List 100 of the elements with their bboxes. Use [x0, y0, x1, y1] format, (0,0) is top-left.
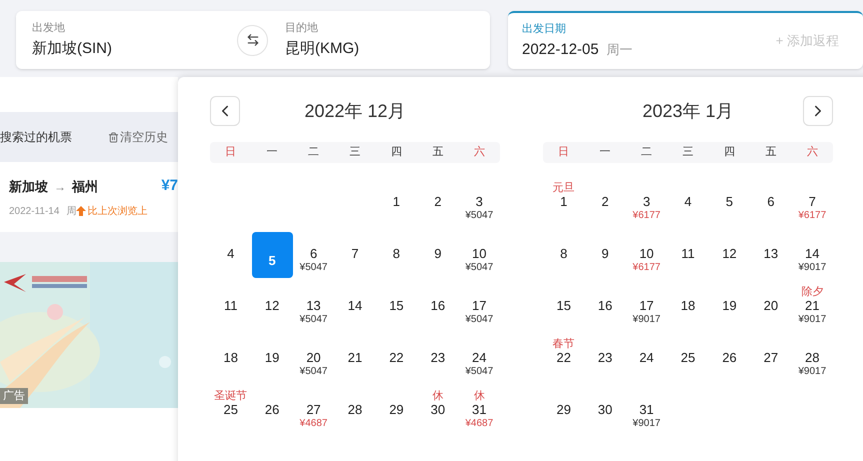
history-weekday: 周 [66, 204, 76, 219]
calendar-day[interactable]: 31 ¥9017 [626, 385, 668, 437]
calendar-day[interactable]: 21 [334, 333, 376, 385]
price-label: ¥9017 [798, 366, 826, 378]
calendar-day[interactable]: 4 [210, 229, 252, 281]
calendar-day[interactable]: 6 [750, 177, 792, 229]
calendar-day[interactable]: 24 ¥5047 [458, 333, 500, 385]
calendar-day[interactable]: 10 ¥6177 [626, 229, 668, 281]
calendar-day[interactable]: 5 [708, 177, 750, 229]
calendar-day[interactable]: 元旦 1 [543, 177, 584, 229]
clear-history-button[interactable]: 清空历史 [108, 128, 168, 146]
day-number: 29 [389, 402, 404, 418]
calendar-day[interactable]: 24 [626, 333, 668, 385]
day-number: 4 [684, 194, 692, 210]
calendar-day[interactable]: 16 [417, 281, 458, 333]
calendar-day[interactable]: 19 [708, 281, 750, 333]
calendar-day[interactable]: 29 [376, 385, 417, 437]
calendar-day[interactable]: 26 [252, 385, 293, 437]
calendar-day[interactable]: 23 [584, 333, 626, 385]
day-number: 5 [726, 194, 734, 210]
weekday-label: 一 [598, 145, 612, 160]
calendar-day[interactable]: 3 ¥6177 [626, 177, 668, 229]
calendar-day[interactable]: 15 [543, 281, 584, 333]
calendar-day[interactable]: 8 [376, 229, 417, 281]
calendar-day[interactable]: 12 [252, 281, 293, 333]
calendar-day[interactable]: 2 [584, 177, 626, 229]
calendar-day[interactable]: 13 ¥5047 [293, 281, 334, 333]
previous-month-button[interactable] [210, 96, 240, 126]
day-number: 30 [598, 402, 612, 418]
swap-button[interactable] [237, 24, 268, 56]
holiday-label: 圣诞节 [214, 390, 248, 402]
calendar-day[interactable]: 15 [376, 281, 417, 333]
calendar-day[interactable]: 3 ¥5047 [458, 177, 500, 229]
calendar-day[interactable]: 6 ¥5047 [293, 229, 334, 281]
calendar-day[interactable]: 17 ¥9017 [626, 281, 668, 333]
calendar-day[interactable]: 27 ¥4687 [293, 385, 334, 437]
calendar-day[interactable]: 休 30 [417, 385, 458, 437]
calendar-day[interactable]: 12 [708, 229, 750, 281]
calendar-day[interactable]: 27 [750, 333, 792, 385]
calendar-day[interactable]: 18 [210, 333, 252, 385]
origin-field[interactable]: 新加坡(SIN) [32, 38, 237, 60]
calendar-day[interactable]: 22 [376, 333, 417, 385]
calendar-day[interactable]: 4 [667, 177, 708, 229]
day-number: 8 [560, 246, 568, 262]
day-number: 2 [602, 194, 609, 210]
calendar-day[interactable]: 14 ¥9017 [792, 229, 833, 281]
calendar-day[interactable]: 1 [376, 177, 417, 229]
calendar-day[interactable]: 23 [417, 333, 458, 385]
calendar-day[interactable]: 9 [584, 229, 626, 281]
price-label: ¥9017 [798, 262, 826, 274]
calendar-day[interactable]: 2 [417, 177, 458, 229]
calendar-day[interactable]: 14 [334, 281, 376, 333]
calendar-day[interactable]: 除夕 21 ¥9017 [792, 281, 833, 333]
calendar-day[interactable]: 18 [667, 281, 708, 333]
day-number: 14 [348, 298, 362, 314]
day-number: 1 [392, 194, 400, 210]
calendar-day[interactable]: 19 [252, 333, 293, 385]
calendar-day[interactable]: 20 ¥5047 [293, 333, 334, 385]
destination-field[interactable]: 昆明(KMG) [285, 38, 360, 60]
calendar-day[interactable]: 13 [750, 229, 792, 281]
calendar-day[interactable]: 20 [750, 281, 792, 333]
history-card[interactable]: 新加坡 → 福州 ¥7 2022-11-14 周 比上次浏览上 [0, 162, 178, 232]
next-month-button[interactable] [803, 96, 833, 126]
ad-tag: 广告 [0, 388, 28, 404]
calendar-day[interactable]: 春节 22 [543, 333, 584, 385]
calendar-day[interactable]: 10 ¥5047 [458, 229, 500, 281]
calendar-day[interactable]: 16 [584, 281, 626, 333]
calendar-day[interactable]: 11 [210, 281, 252, 333]
day-number: 31 [472, 402, 486, 418]
price-label: ¥6177 [632, 210, 660, 222]
history-date: 2022-11-14 [9, 204, 60, 219]
calendar-day[interactable]: 5 [252, 232, 293, 278]
calendar-day[interactable]: 圣诞节 25 [210, 385, 252, 437]
calendar-day[interactable]: 休 31 ¥4687 [458, 385, 500, 437]
price-label: ¥5047 [465, 210, 494, 222]
price-text: ¥7 [161, 176, 178, 196]
calendar-day[interactable]: 26 [708, 333, 750, 385]
calendar-day[interactable]: 17 ¥5047 [458, 281, 500, 333]
price-trend-text: 比上次浏览上 [87, 204, 148, 219]
calendar-day[interactable]: 30 [584, 385, 626, 437]
day-number: 6 [310, 246, 318, 262]
calendar-day[interactable]: 9 [417, 229, 458, 281]
calendar-day[interactable]: 28 [334, 385, 376, 437]
calendar-day[interactable]: 8 [543, 229, 584, 281]
calendar-day[interactable]: 7 [334, 229, 376, 281]
date-card[interactable]: 出发日期 2022-12-05 周一 + 添加返程 [508, 11, 863, 69]
field-label: 目的地 [285, 20, 319, 36]
swap-icon [246, 33, 260, 47]
weekday-label: 四 [390, 145, 403, 160]
price-label: ¥9017 [632, 314, 660, 326]
day-number: 17 [472, 298, 486, 314]
weekday-label: 三 [681, 145, 694, 160]
calendar-day[interactable]: 25 [667, 333, 708, 385]
day-number: 13 [306, 298, 321, 314]
calendar-day[interactable]: 29 [543, 385, 584, 437]
day-number: 3 [476, 194, 483, 210]
calendar-day[interactable]: 28 ¥9017 [792, 333, 833, 385]
calendar-day[interactable]: 11 [667, 229, 708, 281]
calendar-day[interactable]: 7 ¥6177 [792, 177, 833, 229]
day-number: 29 [556, 402, 571, 418]
